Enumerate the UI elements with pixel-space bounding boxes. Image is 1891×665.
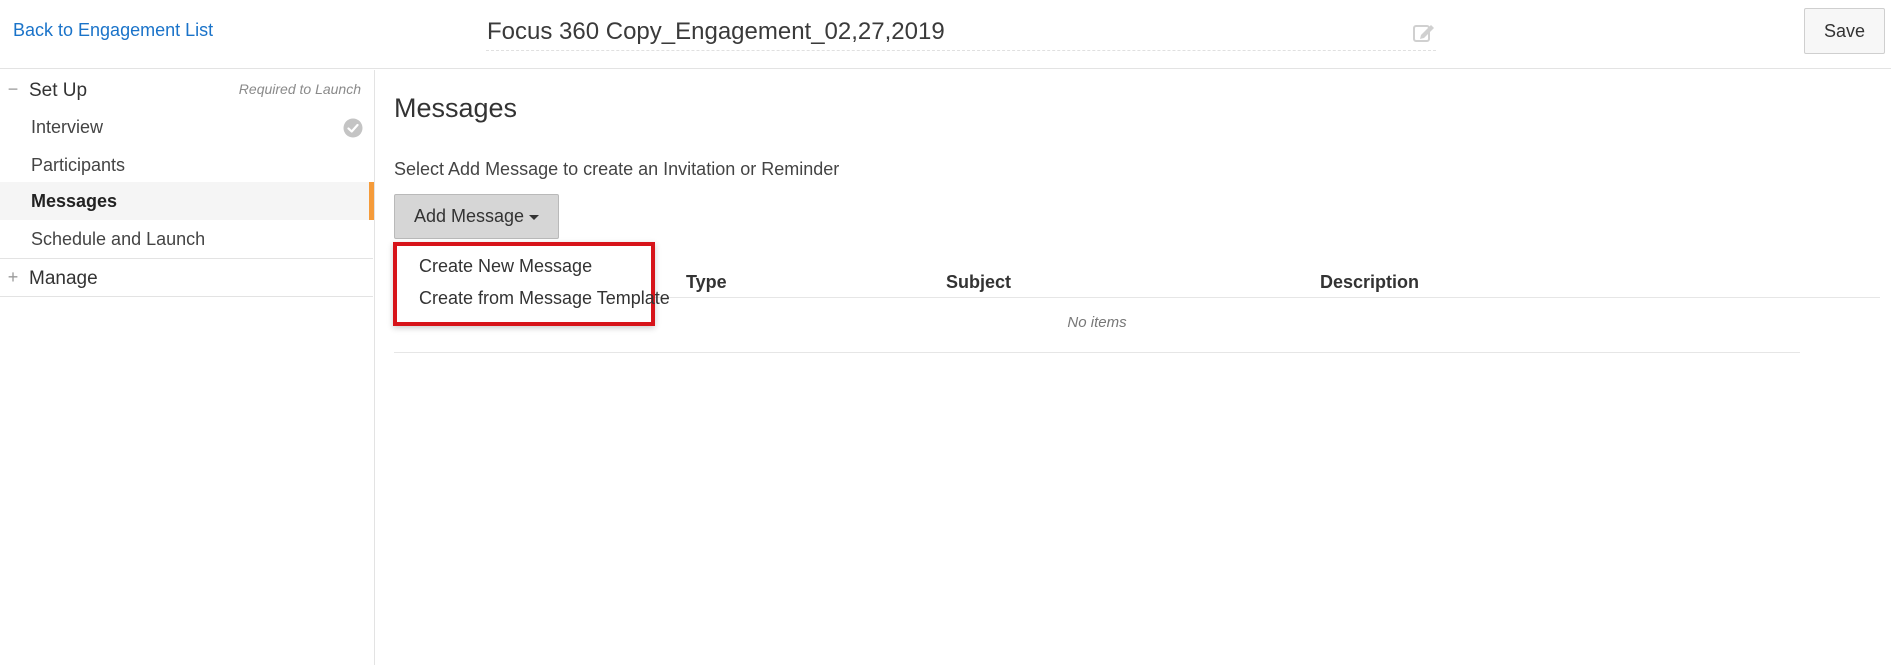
add-message-label: Add Message xyxy=(413,206,525,226)
active-indicator xyxy=(369,182,374,220)
back-to-engagement-list-link[interactable]: Back to Engagement List xyxy=(13,20,213,41)
required-to-launch-hint: Required to Launch xyxy=(238,81,361,97)
section-divider xyxy=(0,296,373,297)
create-from-template-option[interactable]: Create from Message Template xyxy=(397,282,670,314)
create-new-message-option[interactable]: Create New Message xyxy=(397,250,651,282)
sidebar-item-label: Interview xyxy=(31,117,104,137)
engagement-title: Focus 360 Copy_Engagement_02,27,2019 xyxy=(487,18,945,45)
column-header-subject[interactable]: Subject xyxy=(946,272,1011,293)
save-button[interactable]: Save xyxy=(1804,8,1885,54)
page-title: Messages xyxy=(394,93,518,123)
sidebar-item-schedule-and-launch[interactable]: Schedule and Launch xyxy=(0,220,373,258)
setup-section-label: Set Up xyxy=(29,80,88,101)
sidebar-item-label: Participants xyxy=(31,155,126,175)
instructions-text: Select Add Message to create an Invitati… xyxy=(394,159,840,179)
add-message-dropdown: Create New Message Create from Message T… xyxy=(393,242,670,326)
main-content: Messages Select Add Message to create an… xyxy=(376,70,1891,665)
top-bar: Back to Engagement List Focus 360 Copy_E… xyxy=(0,0,1891,69)
engagement-title-field[interactable]: Focus 360 Copy_Engagement_02,27,2019 xyxy=(486,12,1436,51)
sidebar-item-messages[interactable]: Messages xyxy=(0,182,374,220)
sidebar: − Set Up Required to Launch Interview Pa… xyxy=(0,70,375,665)
caret-down-icon xyxy=(529,214,540,220)
column-header-type[interactable]: Type xyxy=(686,272,727,293)
add-message-button[interactable]: Add Message xyxy=(394,194,559,239)
section-divider xyxy=(0,258,373,259)
manage-section-label: Manage xyxy=(29,268,98,289)
check-circle-icon xyxy=(343,118,363,138)
sidebar-item-label: Schedule and Launch xyxy=(31,229,206,249)
column-header-description[interactable]: Description xyxy=(1320,272,1419,293)
sidebar-item-label: Messages xyxy=(31,191,118,211)
manage-section-header[interactable]: + Manage xyxy=(0,261,373,297)
edit-icon[interactable] xyxy=(1412,22,1436,44)
setup-section-header[interactable]: − Set Up Required to Launch xyxy=(0,73,373,109)
expand-icon[interactable]: + xyxy=(6,267,20,288)
sidebar-item-interview[interactable]: Interview xyxy=(0,108,373,146)
collapse-icon[interactable]: − xyxy=(6,79,20,100)
sidebar-item-participants[interactable]: Participants xyxy=(0,146,373,184)
